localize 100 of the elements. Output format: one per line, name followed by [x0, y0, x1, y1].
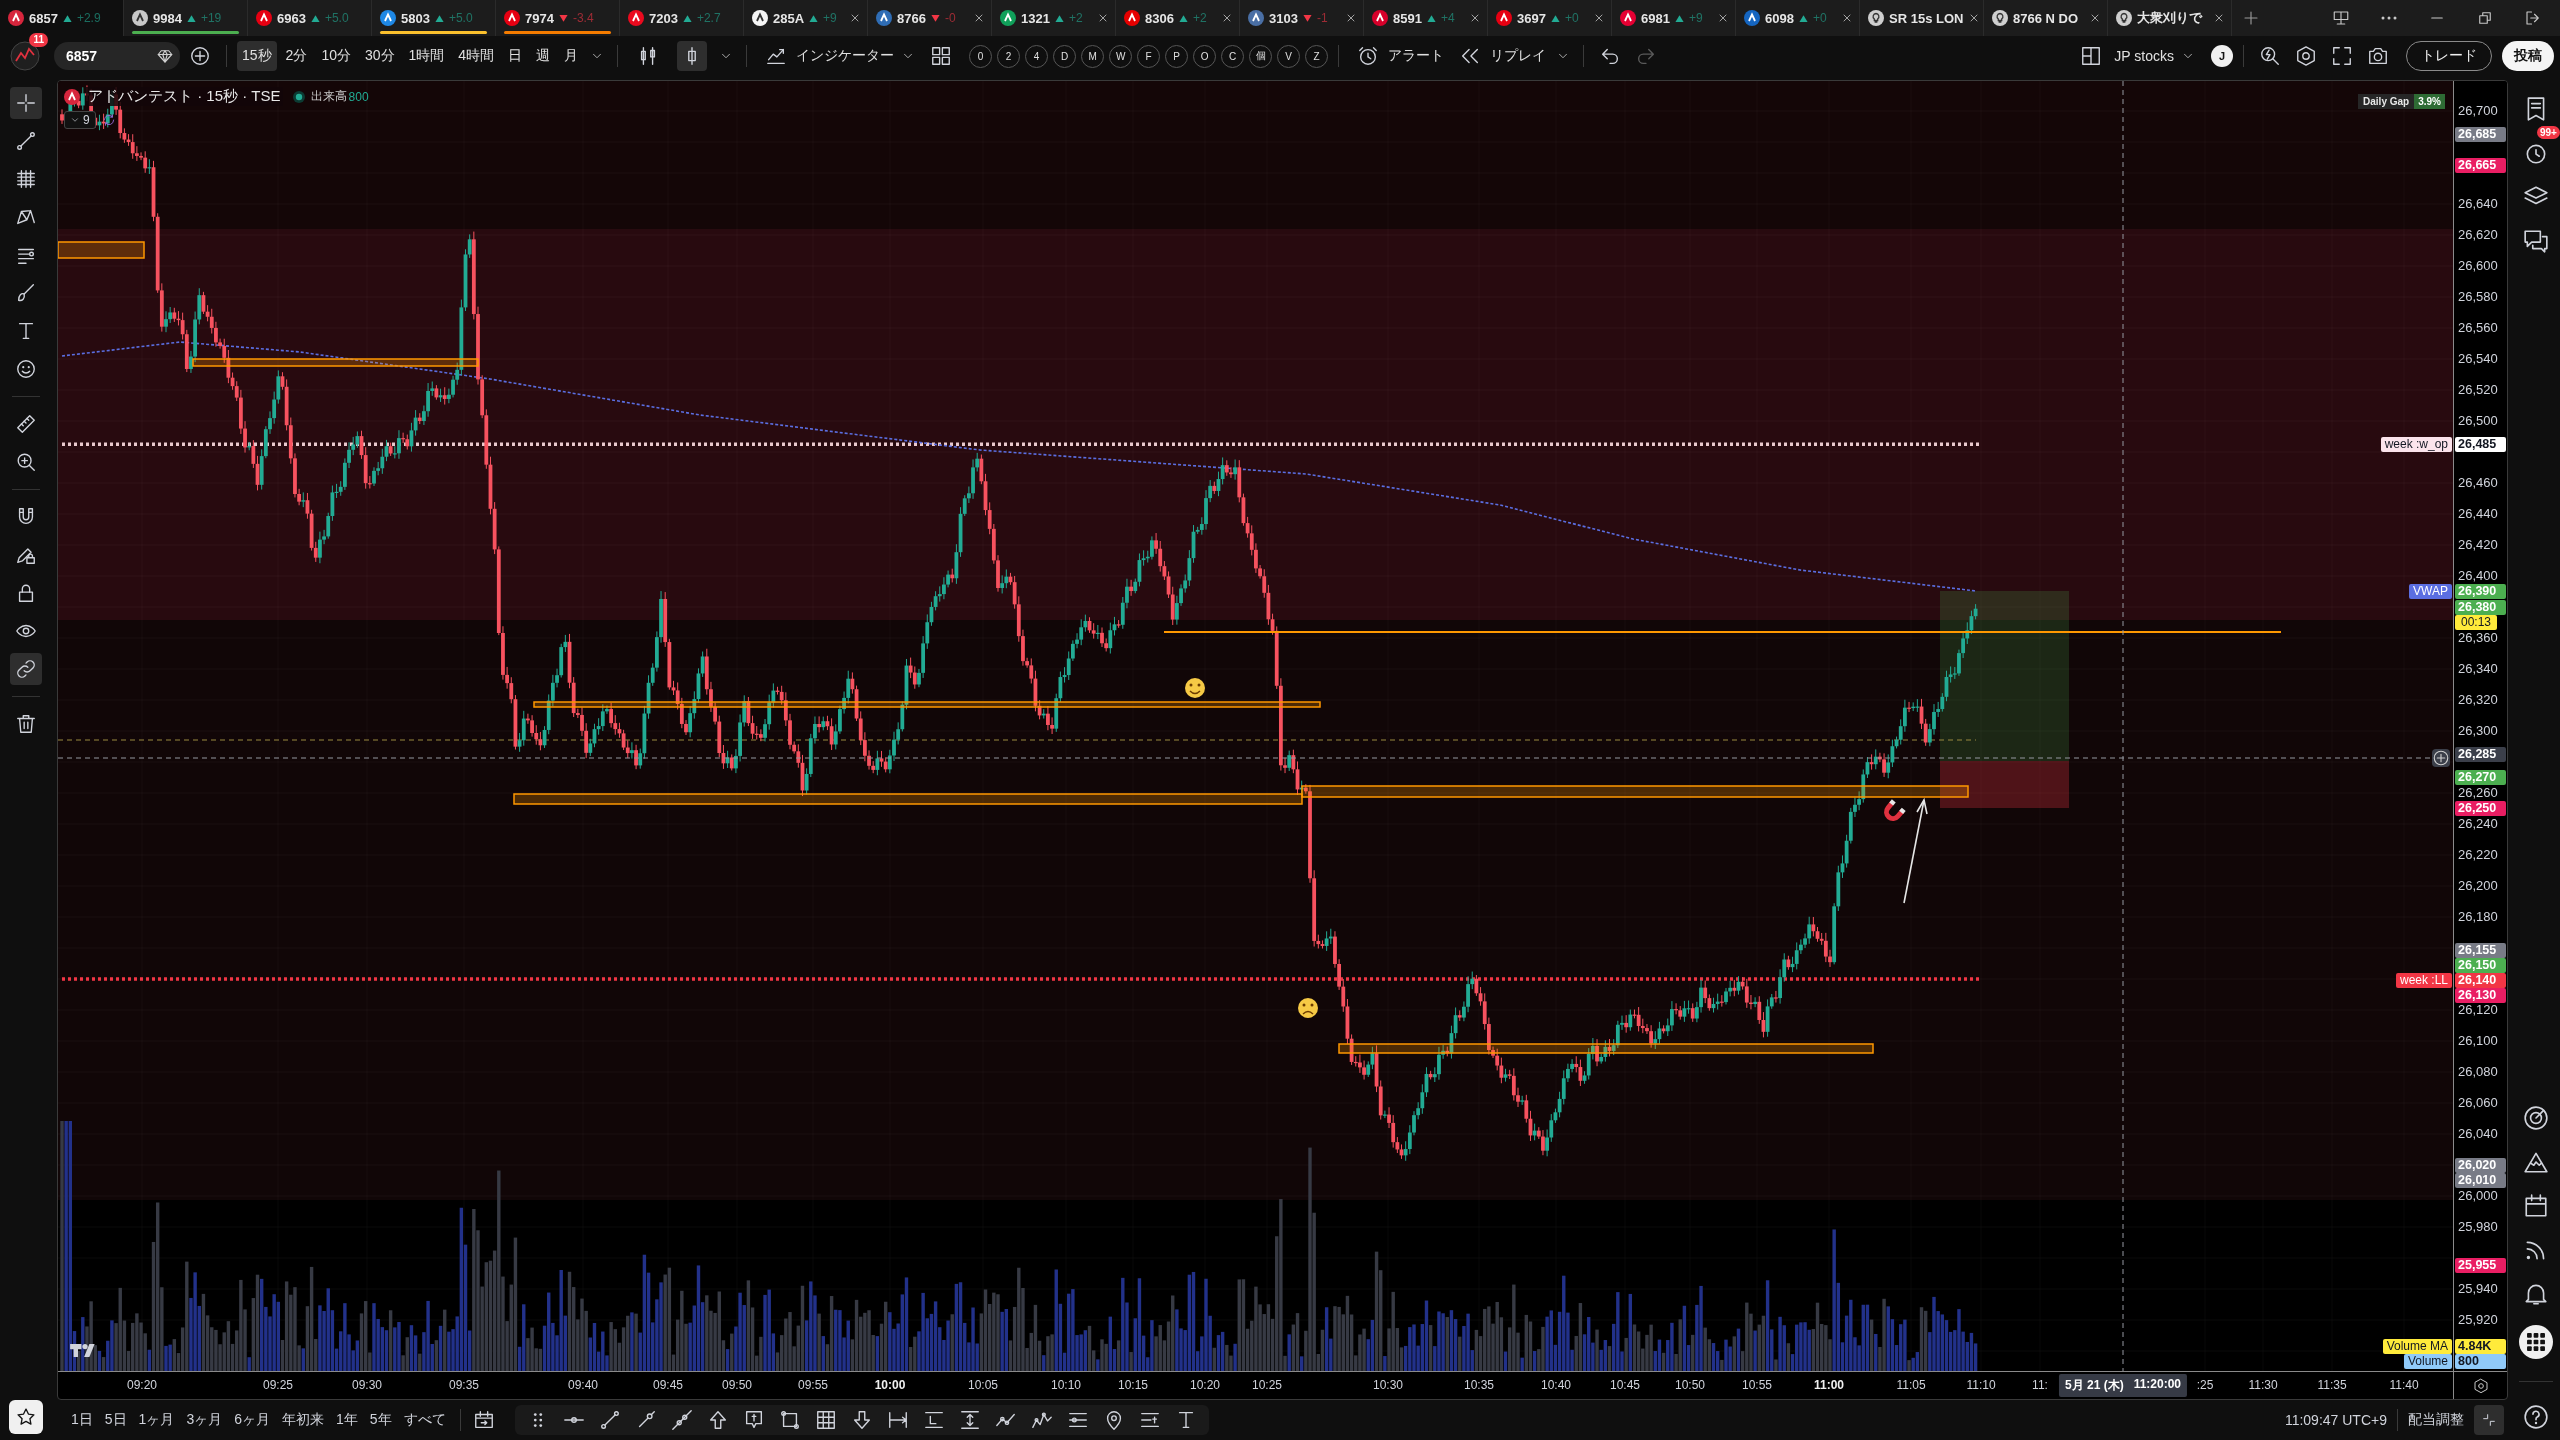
extended-line-icon[interactable]	[670, 1409, 693, 1431]
price-tick: 26,440	[2458, 507, 2498, 521]
interval-button[interactable]: 4時間	[453, 41, 500, 71]
plus-circle-icon[interactable]	[2432, 749, 2450, 767]
close-icon[interactable]	[1221, 12, 1233, 24]
rectangle-icon[interactable]	[778, 1409, 801, 1431]
tab-change: +19	[200, 11, 222, 25]
interval-button[interactable]: 2分	[280, 41, 313, 71]
avatar-icon[interactable]	[10, 41, 40, 71]
time-tick: 10:20	[1190, 1378, 1220, 1392]
calendar-icon[interactable]	[2523, 1193, 2549, 1219]
interval-button[interactable]: 10分	[316, 41, 356, 71]
interval-button[interactable]: 30分	[359, 41, 400, 71]
interval-button[interactable]: 週	[531, 41, 556, 71]
interval-button[interactable]: 日	[503, 41, 528, 71]
tab-symbol: 3697	[1517, 10, 1546, 26]
indicators-button[interactable]: インジケーター	[757, 41, 922, 71]
close-icon[interactable]	[849, 12, 861, 24]
date-range-icon[interactable]	[886, 1409, 909, 1431]
volume-value: 800	[348, 89, 369, 104]
tab-change: +9	[1688, 11, 1703, 25]
price-tick: 26,060	[2458, 1096, 2498, 1110]
plus-circle-icon[interactable]	[189, 45, 211, 67]
close-icon[interactable]	[2089, 12, 2101, 24]
account-avatar[interactable]: J	[2211, 45, 2233, 67]
close-icon[interactable]	[1593, 12, 1605, 24]
candle-icon[interactable]	[677, 41, 708, 71]
price-tick: 26,300	[2458, 724, 2498, 738]
target-icon[interactable]	[2523, 1105, 2549, 1131]
exit-icon[interactable]	[2524, 9, 2542, 27]
price-tick: 26,580	[2458, 290, 2498, 304]
close-icon[interactable]	[1717, 12, 1729, 24]
four-squares-icon[interactable]	[930, 45, 953, 67]
crosshair-icon[interactable]	[10, 87, 42, 119]
close-icon[interactable]	[1469, 12, 1481, 24]
lightbulb-icon	[1992, 10, 2008, 26]
price-tick: 26,120	[2458, 1003, 2498, 1017]
range-button[interactable]: 6ヶ月	[230, 1407, 274, 1433]
lightbulb-icon	[1868, 10, 1884, 26]
link-icon[interactable]	[10, 653, 42, 685]
interval-button[interactable]: 月	[559, 41, 584, 71]
tab-change: +2	[1192, 11, 1207, 25]
grid-icon[interactable]	[814, 1409, 837, 1431]
fullscreen-icon[interactable]	[2331, 45, 2353, 67]
calendar-arrow-icon[interactable]	[472, 1409, 495, 1431]
chat-icon[interactable]	[2523, 228, 2549, 254]
range-button[interactable]: 1年	[332, 1407, 362, 1433]
adjustment-button[interactable]: 配当調整	[2408, 1411, 2464, 1429]
settings-icon[interactable]	[2472, 1377, 2489, 1394]
range-button[interactable]: 年初来	[278, 1407, 328, 1433]
bracket-icon[interactable]	[922, 1409, 945, 1431]
price-tick: 26,220	[2458, 848, 2498, 862]
price-badge: 26,155	[2455, 943, 2506, 959]
monitor-icon[interactable]	[2332, 9, 2350, 27]
clock[interactable]: 11:09:47 UTC+9	[2284, 1412, 2387, 1428]
indicators-toggle[interactable]: 9	[64, 111, 96, 129]
search-bolt-icon[interactable]	[2259, 45, 2281, 67]
symbol-title[interactable]: アドバンテスト · 15秒 · TSE	[86, 87, 283, 106]
apps-grid-icon[interactable]	[2519, 1325, 2553, 1359]
range-button[interactable]: 5年	[365, 1407, 396, 1433]
alert-button[interactable]: アラート	[1349, 41, 1448, 71]
layout-button[interactable]: JP stocks	[2111, 44, 2201, 68]
help-icon[interactable]	[2523, 1404, 2549, 1430]
interval-button[interactable]: 15秒	[237, 41, 277, 71]
close-icon[interactable]	[1345, 12, 1357, 24]
time-tick: 09:25	[263, 1378, 293, 1392]
camera-icon[interactable]	[2367, 45, 2389, 67]
symbol-search-field[interactable]: 6857	[54, 42, 180, 70]
volume-legend-label: Volume	[2403, 1354, 2452, 1369]
tab-title: SR 15s LON	[1889, 10, 1964, 26]
tab[interactable]: 6857 +2.9	[0, 0, 124, 36]
tab-change: +0	[1564, 11, 1579, 25]
alarm-clock-icon[interactable]	[1357, 45, 1380, 67]
range-button[interactable]: すべて	[399, 1407, 450, 1433]
publish-button[interactable]: 投稿	[2502, 41, 2554, 71]
restore-icon[interactable]	[2476, 9, 2494, 27]
replay-button[interactable]: リプレイ	[1451, 41, 1550, 71]
chevron-down-icon[interactable]	[70, 115, 80, 125]
close-icon[interactable]	[973, 12, 985, 24]
tab-symbol: 7974	[525, 10, 554, 26]
close-icon[interactable]	[1841, 12, 1853, 24]
volume-label: 出来高	[310, 88, 347, 105]
diamond-icon[interactable]	[156, 47, 174, 65]
price-range-icon[interactable]	[958, 1409, 981, 1431]
tab-title: 8766 N DO	[2013, 10, 2079, 26]
settings-icon[interactable]	[2295, 45, 2317, 67]
time-tick: 10:50	[1675, 1378, 1705, 1392]
price-tick: 25,940	[2458, 1282, 2498, 1296]
range-button[interactable]: 1ヶ月	[134, 1407, 179, 1433]
range-button[interactable]: 1日	[67, 1407, 97, 1433]
price-badge: 26,665	[2455, 157, 2506, 173]
close-icon[interactable]	[1097, 12, 1109, 24]
close-icon[interactable]	[2213, 12, 2225, 24]
trend-line-icon[interactable]	[598, 1409, 621, 1431]
range-button[interactable]: 5日	[100, 1407, 131, 1433]
daily-gap-value: 3.9%	[2414, 94, 2445, 109]
range-button[interactable]: 3ヶ月	[182, 1407, 227, 1433]
price-tick: 26,340	[2458, 662, 2498, 676]
new-tab-icon[interactable]	[2242, 9, 2260, 27]
interval-button[interactable]: 1時間	[403, 41, 450, 71]
